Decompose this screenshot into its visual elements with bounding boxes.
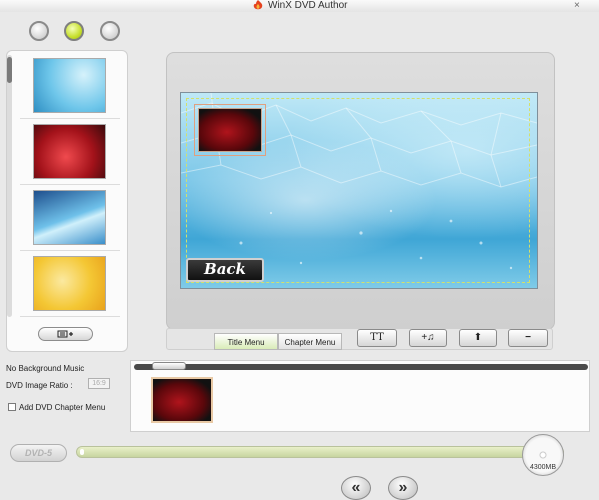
circle-button-3[interactable]: [100, 21, 120, 41]
background-music-label[interactable]: No Background Music: [6, 364, 84, 373]
next-button[interactable]: »: [388, 476, 418, 500]
add-background-button[interactable]: [38, 327, 93, 341]
tab-chapter-menu[interactable]: Chapter Menu: [278, 333, 342, 350]
chapter-menu-label: Add DVD Chapter Menu: [19, 403, 106, 412]
divider: [20, 250, 120, 251]
remove-button[interactable]: −: [508, 329, 548, 347]
add-list-icon: [57, 330, 73, 338]
tab-title-menu[interactable]: Title Menu: [214, 333, 278, 350]
timeline-clip[interactable]: [151, 377, 213, 423]
timeline-scrollbar[interactable]: [134, 364, 588, 370]
close-button[interactable]: ×: [574, 0, 580, 12]
dvd-type-badge[interactable]: DVD-5: [10, 444, 67, 462]
disc-capacity-bar: [76, 446, 564, 458]
timeline-scroll-handle[interactable]: [152, 362, 186, 370]
app-logo-icon: [253, 0, 263, 10]
scrollbar-thumb[interactable]: [7, 57, 12, 83]
divider: [20, 184, 120, 185]
circle-button-2[interactable]: [64, 21, 84, 41]
previous-button[interactable]: «: [341, 476, 371, 500]
window-title: WinX DVD Author: [268, 0, 348, 11]
circle-button-1[interactable]: [29, 21, 49, 41]
upload-icon[interactable]: ⬆: [459, 329, 497, 347]
add-music-button[interactable]: +♫: [409, 329, 447, 347]
bg-thumb-blue-mosaic[interactable]: [33, 58, 106, 113]
capacity-label: 4300MB: [529, 464, 557, 471]
selection-frame[interactable]: [194, 104, 266, 156]
divider: [20, 316, 120, 317]
disc-capacity-fill: [80, 449, 84, 455]
scrollbar-track[interactable]: [7, 55, 12, 317]
bg-thumb-blue-light[interactable]: [33, 190, 106, 245]
back-menu-button[interactable]: Back: [186, 258, 264, 282]
bg-thumb-yellow-flowers[interactable]: [33, 256, 106, 311]
divider: [20, 118, 120, 119]
chapter-menu-checkbox[interactable]: [8, 403, 16, 411]
add-text-button[interactable]: TT: [357, 329, 397, 347]
bg-thumb-red-flowers[interactable]: [33, 124, 106, 179]
dvd-ratio-select[interactable]: 16:9: [88, 378, 110, 389]
dvd-ratio-label: DVD Image Ratio :: [6, 381, 73, 390]
